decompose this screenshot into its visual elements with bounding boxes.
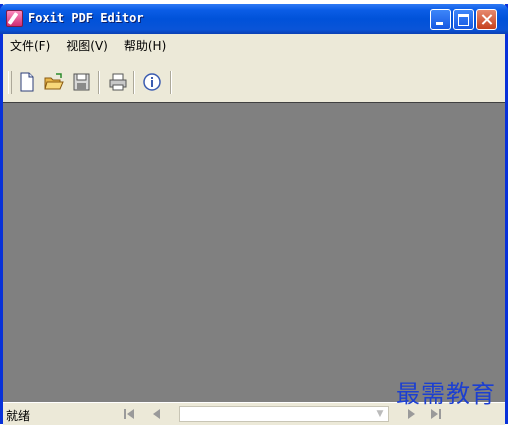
app-logo-icon (6, 10, 23, 27)
chevron-down-icon[interactable]: ▼ (373, 407, 387, 421)
app-window: Foxit PDF Editor 文件(F) 视图(V) 帮助(H) 就绪 ▼ (0, 4, 508, 425)
menu-view[interactable]: 视图(V) (58, 37, 116, 54)
title-bar[interactable]: Foxit PDF Editor (0, 4, 508, 34)
first-page-icon[interactable] (121, 406, 137, 422)
toolbar-separator (133, 71, 135, 94)
maximize-button[interactable] (453, 9, 474, 30)
print-icon[interactable] (108, 72, 128, 92)
toolbar-grip[interactable] (8, 71, 12, 94)
toolbar-separator (170, 71, 172, 94)
save-icon[interactable] (72, 72, 92, 92)
open-folder-icon[interactable] (44, 72, 64, 92)
menu-bar: 文件(F) 视图(V) 帮助(H) (3, 35, 505, 55)
previous-page-icon[interactable] (149, 406, 165, 422)
watermark: 最需教育 (396, 380, 496, 408)
menu-file[interactable]: 文件(F) (3, 37, 58, 54)
new-document-icon[interactable] (17, 72, 37, 92)
window-title: Foxit PDF Editor (28, 11, 144, 25)
about-info-icon[interactable] (142, 72, 162, 92)
menu-help[interactable]: 帮助(H) (116, 37, 174, 54)
toolbar-separator (98, 71, 100, 94)
status-text: 就绪 (6, 409, 31, 423)
toolbar (3, 66, 505, 99)
close-button[interactable] (476, 9, 497, 30)
minimize-button[interactable] (430, 9, 451, 30)
page-number-field[interactable] (179, 406, 389, 422)
document-area[interactable] (3, 102, 505, 402)
